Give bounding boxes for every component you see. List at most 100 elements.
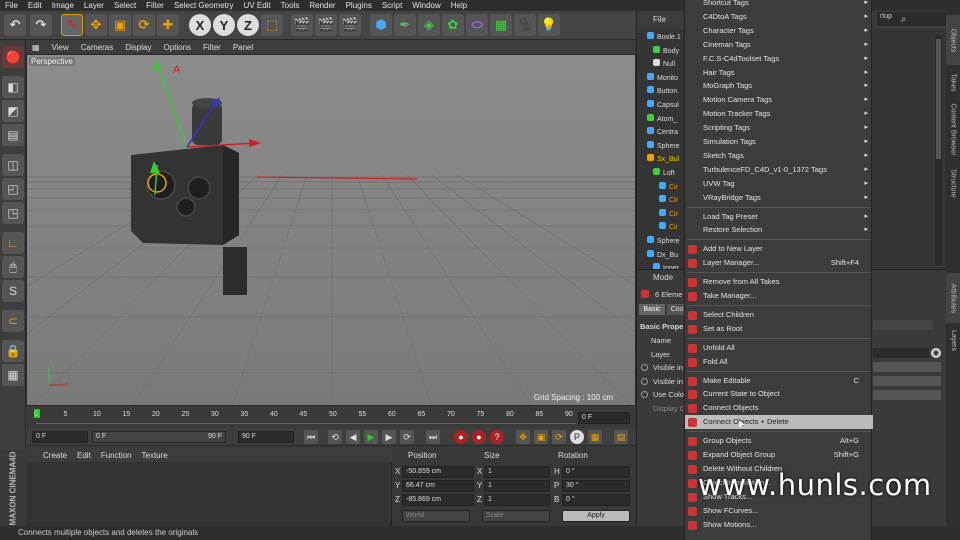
menu-item-layer-manager[interactable]: Layer Manager... Shift+F4 xyxy=(685,256,873,270)
menu-item-show-fcurves[interactable]: Show FCurves... xyxy=(685,504,873,518)
menu-item-add-to-new-layer[interactable]: Add to New Layer xyxy=(685,242,873,256)
attr-mode-menu[interactable]: Mode xyxy=(653,273,673,282)
tab-objects[interactable]: Objects xyxy=(946,15,960,65)
viewport-menu-panel[interactable]: Panel xyxy=(227,43,259,52)
menu-item-unfold-all[interactable]: Unfold All xyxy=(685,341,873,355)
use-color-dropdown[interactable] xyxy=(873,390,941,400)
position-y-field[interactable]: 66.47 cm xyxy=(402,480,474,492)
size-y-field[interactable]: 1 xyxy=(484,480,550,492)
menu-item-current-state-to-object[interactable]: Current State to Object xyxy=(685,387,873,401)
rotation-b-field[interactable]: 0 ° xyxy=(562,494,630,506)
menu-help[interactable]: Help xyxy=(446,0,472,11)
perspective-viewport[interactable]: A Y X Perspective Grid Spacing : 100 cm xyxy=(26,54,636,406)
autokey-icon[interactable]: ● xyxy=(472,430,486,444)
visible-editor-dropdown[interactable] xyxy=(873,362,941,372)
tab-layers[interactable]: Layers xyxy=(946,325,960,355)
object-tree-row[interactable]: Button xyxy=(637,85,687,98)
menu-item-connect-objects-delete[interactable]: Connect Objects + Delete xyxy=(685,415,873,430)
tab-basic[interactable]: Basic xyxy=(639,304,665,315)
tab-takes[interactable]: Takes xyxy=(946,67,960,97)
menu-item-remove-from-all-takes[interactable]: Remove from All Takes xyxy=(685,275,873,289)
previous-key-icon[interactable]: ⟲ xyxy=(328,430,342,444)
object-file-menu[interactable]: File xyxy=(653,15,666,24)
snap-icon[interactable]: S xyxy=(2,280,24,302)
undo-icon[interactable]: ↶ xyxy=(4,14,26,36)
menu-file[interactable]: File xyxy=(0,0,23,11)
recent-tool-icon[interactable]: ✚ xyxy=(157,14,179,36)
cube-primitive-icon[interactable]: ⬢ xyxy=(370,14,392,36)
play-icon[interactable]: ▶ xyxy=(364,430,378,444)
menu-item-scripting-tags[interactable]: Scripting Tags ▸ xyxy=(685,121,873,135)
object-scrollbar[interactable] xyxy=(935,35,942,265)
menu-item-hair-tags[interactable]: Hair Tags ▸ xyxy=(685,66,873,80)
menu-filter[interactable]: Filter xyxy=(141,0,169,11)
attribute-radio-icon[interactable] xyxy=(641,377,648,385)
menu-item-f-c-s-c4dtoolset-tags[interactable]: F.C.S-C4dToolset Tags ▸ xyxy=(685,52,873,66)
min-frame-field[interactable]: 0 F xyxy=(32,431,88,443)
viewport-menu-cameras[interactable]: Cameras xyxy=(75,43,119,52)
tab-attributes[interactable]: Attributes xyxy=(946,273,960,323)
record-active-icon[interactable]: ● xyxy=(454,430,468,444)
position-x-field[interactable]: -50.859 cm xyxy=(402,466,474,478)
material-menu-edit[interactable]: Edit xyxy=(72,451,96,460)
viewport-menu-options[interactable]: Options xyxy=(157,43,197,52)
menu-item-show-motions[interactable]: Show Motions... xyxy=(685,518,873,532)
object-scrollbar-thumb[interactable] xyxy=(936,39,941,159)
menu-item-mograph-tags[interactable]: MoGraph Tags ▸ xyxy=(685,79,873,93)
material-menu-function[interactable]: Function xyxy=(96,451,137,460)
menu-item-vraybridge-tags[interactable]: VRayBridge Tags ▸ xyxy=(685,191,873,205)
make-editable-icon[interactable]: 🔴 xyxy=(2,46,24,68)
max-frame-field[interactable]: 90 F xyxy=(238,431,294,443)
menu-plugins[interactable]: Plugins xyxy=(341,0,377,11)
light-icon[interactable]: 💡 xyxy=(538,14,560,36)
menu-select[interactable]: Select xyxy=(109,0,141,11)
name-field[interactable] xyxy=(873,320,933,330)
spline-pen-icon[interactable]: ✒ xyxy=(394,14,416,36)
menu-tools[interactable]: Tools xyxy=(276,0,305,11)
frame-range-slider[interactable]: 0 F 90 F xyxy=(92,431,226,443)
rotate-tool-icon[interactable]: ⟳ xyxy=(133,14,155,36)
menu-render[interactable]: Render xyxy=(304,0,340,11)
menu-item-fold-all[interactable]: Fold All xyxy=(685,355,873,369)
object-tree-row[interactable]: Sphere xyxy=(637,140,687,153)
y-axis-lock-icon[interactable]: Y xyxy=(213,14,235,36)
camera-model[interactable] xyxy=(131,98,247,295)
menu-item-turbulencefd-c4d-v1-0-1372-tags[interactable]: TurbulenceFD_C4D_v1-0_1372 Tags ▸ xyxy=(685,163,873,177)
material-menu-create[interactable]: Create xyxy=(38,451,72,460)
object-tree-row[interactable]: Centra xyxy=(637,126,687,139)
render-picture-viewer-icon[interactable]: 🎬 xyxy=(315,14,337,36)
search-icon[interactable]: ⌕ xyxy=(901,14,907,25)
tab-structure[interactable]: Structure xyxy=(946,161,960,205)
next-frame-icon[interactable]: ▶ xyxy=(382,430,396,444)
menu-item-character-tags[interactable]: Character Tags ▸ xyxy=(685,24,873,38)
grid-workplane-icon[interactable]: ▦ xyxy=(2,364,24,386)
live-selection-icon[interactable]: ↖ xyxy=(61,14,83,36)
tweak-mode-icon[interactable]: 🖱 xyxy=(2,256,24,278)
layer-picker-icon[interactable]: ◉ xyxy=(931,348,941,358)
menu-window[interactable]: Window xyxy=(407,0,445,11)
object-tree-row[interactable]: Sx_Bul xyxy=(637,153,687,166)
coordinate-space-dropdown[interactable]: World xyxy=(402,510,470,522)
lock-workplane-icon[interactable]: 🔒 xyxy=(2,340,24,362)
render-view-icon[interactable]: 🎬 xyxy=(291,14,313,36)
menu-item-uvw-tag[interactable]: UVW Tag ▸ xyxy=(685,177,873,191)
visible-renderer-dropdown[interactable] xyxy=(873,376,941,386)
viewport-menu-display[interactable]: Display xyxy=(119,43,157,52)
edges-mode-icon[interactable]: ◰ xyxy=(2,178,24,200)
texture-mode-icon[interactable]: ◩ xyxy=(2,100,24,122)
position-z-field[interactable]: -85.869 cm xyxy=(402,494,474,506)
camera-icon[interactable]: 🎥 xyxy=(514,14,536,36)
go-to-end-icon[interactable]: ⏭ xyxy=(426,430,440,444)
viewport-menu-filter[interactable]: Filter xyxy=(197,43,227,52)
z-axis-lock-icon[interactable]: Z xyxy=(237,14,259,36)
object-tree-row[interactable]: Cir xyxy=(637,221,687,234)
tab-content-browser[interactable]: Content Browser xyxy=(946,99,960,159)
object-tree-row[interactable]: Monito xyxy=(637,72,687,85)
scale-tool-icon[interactable]: ▣ xyxy=(109,14,131,36)
layout-dropdown[interactable]: rtup xyxy=(877,12,947,26)
menu-item-select-children[interactable]: Select Children xyxy=(685,308,873,322)
object-tree-row[interactable]: Loft xyxy=(637,167,687,180)
object-tree-row[interactable]: Cir xyxy=(637,208,687,221)
object-tree-row[interactable]: Boole.1 xyxy=(637,31,687,44)
move-tool-icon[interactable]: ✥ xyxy=(85,14,107,36)
